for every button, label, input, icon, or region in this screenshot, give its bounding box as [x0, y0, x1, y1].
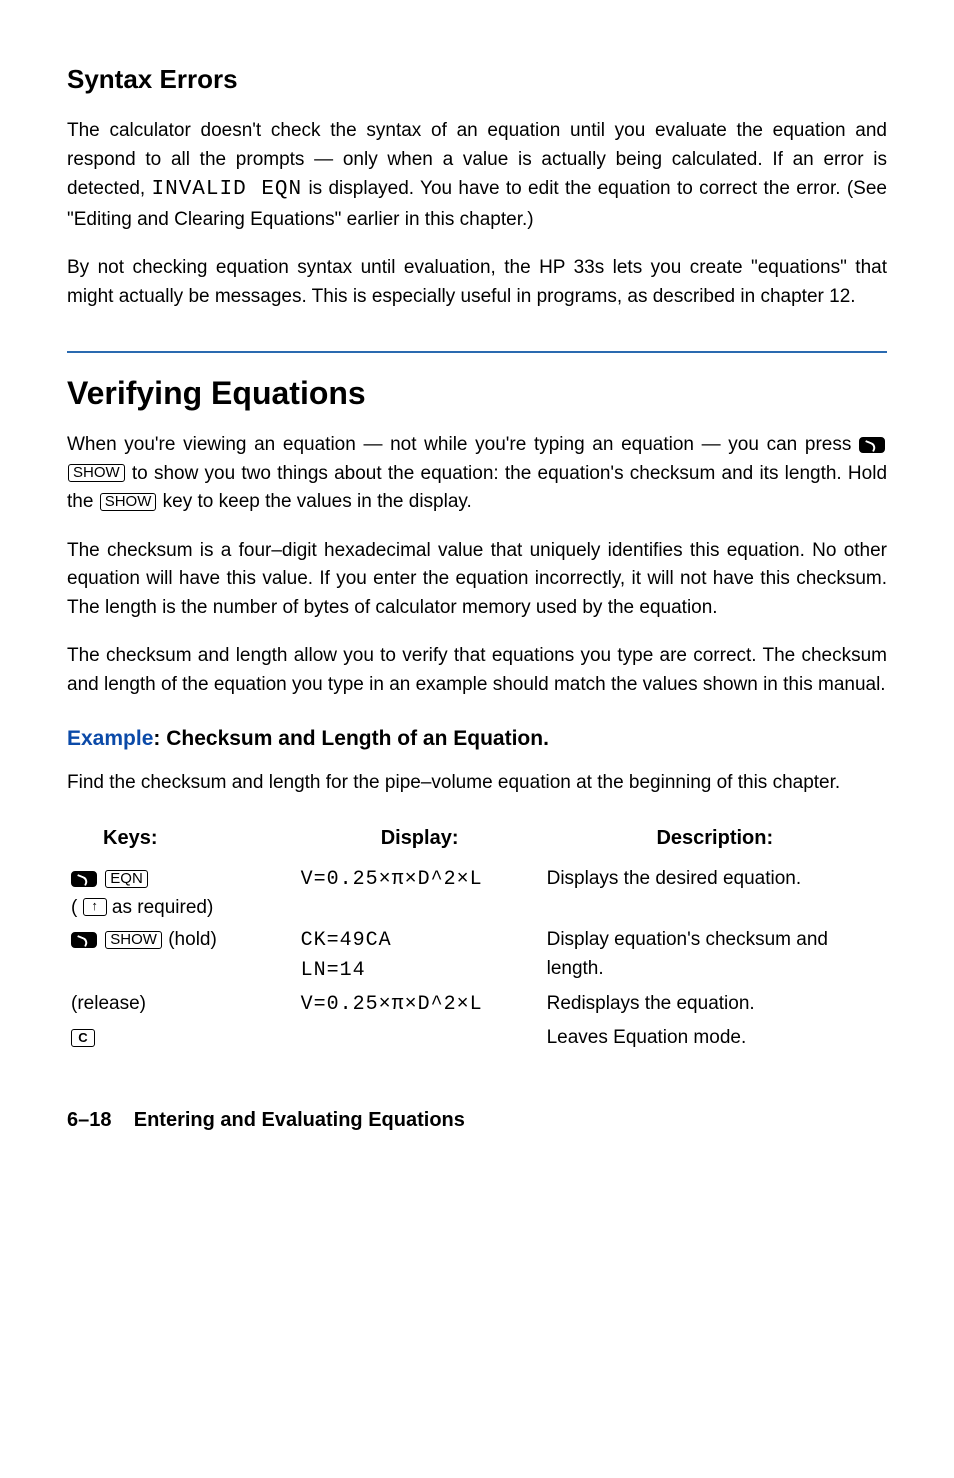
right-shift-icon: [859, 437, 885, 453]
verifying-para-3: The checksum and length allow you to ver…: [67, 642, 887, 699]
show-key: SHOW: [100, 493, 157, 511]
display-value: V=0.25×π×D^2×L: [301, 993, 483, 1016]
example-table: Keys: Display: Description: EQN ( ↑ as r…: [67, 817, 887, 1055]
text: (hold): [168, 929, 217, 950]
show-key: SHOW: [105, 931, 162, 949]
invalid-eqn-display: INVALID EQN: [151, 178, 302, 201]
syntax-errors-heading: Syntax Errors: [67, 60, 887, 99]
col-keys: Keys:: [67, 817, 297, 863]
page-footer: 6–18 Entering and Evaluating Equations: [67, 1105, 887, 1135]
verifying-para-2: The checksum is a four–digit hexadecimal…: [67, 537, 887, 623]
table-row: (release) V=0.25×π×D^2×L Redisplays the …: [67, 988, 887, 1022]
example-heading: Example: Checksum and Length of an Equat…: [67, 723, 887, 755]
right-shift-icon: [71, 871, 97, 887]
page-title: Entering and Evaluating Equations: [134, 1109, 465, 1131]
text: (: [71, 897, 83, 918]
table-row: C Leaves Equation mode.: [67, 1022, 887, 1055]
verifying-equations-heading: Verifying Equations: [67, 351, 887, 417]
description-text: Leaves Equation mode.: [543, 1022, 887, 1055]
right-shift-icon: [71, 932, 97, 948]
syntax-errors-para-1: The calculator doesn't check the syntax …: [67, 117, 887, 234]
verifying-para-1: When you're viewing an equation — not wh…: [67, 431, 887, 517]
text: as required): [112, 897, 213, 918]
c-key: C: [71, 1029, 95, 1047]
table-header-row: Keys: Display: Description:: [67, 817, 887, 863]
keys-text: (release): [67, 988, 297, 1022]
show-key: SHOW: [68, 464, 125, 482]
display-value: V=0.25×π×D^2×L: [301, 868, 483, 891]
text: key to keep the values in the display.: [163, 491, 472, 512]
cursor-up-key: ↑: [83, 898, 107, 916]
col-display: Display:: [297, 817, 543, 863]
example-title: : Checksum and Length of an Equation.: [153, 727, 549, 750]
table-row: EQN ( ↑ as required) V=0.25×π×D^2×L Disp…: [67, 863, 887, 924]
col-description: Description:: [543, 817, 887, 863]
syntax-errors-para-2: By not checking equation syntax until ev…: [67, 254, 887, 311]
text: When you're viewing an equation — not wh…: [67, 434, 859, 455]
description-text: Redisplays the equation.: [543, 988, 887, 1022]
display-value: CK=49CA: [301, 929, 392, 952]
table-row: SHOW (hold) CK=49CA LN=14 Display equati…: [67, 924, 887, 988]
example-label: Example: [67, 727, 153, 750]
eqn-key: EQN: [105, 870, 148, 888]
description-text: Displays the desired equation.: [543, 863, 887, 924]
example-intro: Find the checksum and length for the pip…: [67, 769, 887, 798]
description-text: Display equation's checksum and length.: [543, 924, 887, 988]
page-number: 6–18: [67, 1109, 112, 1131]
display-value: LN=14: [301, 959, 366, 982]
